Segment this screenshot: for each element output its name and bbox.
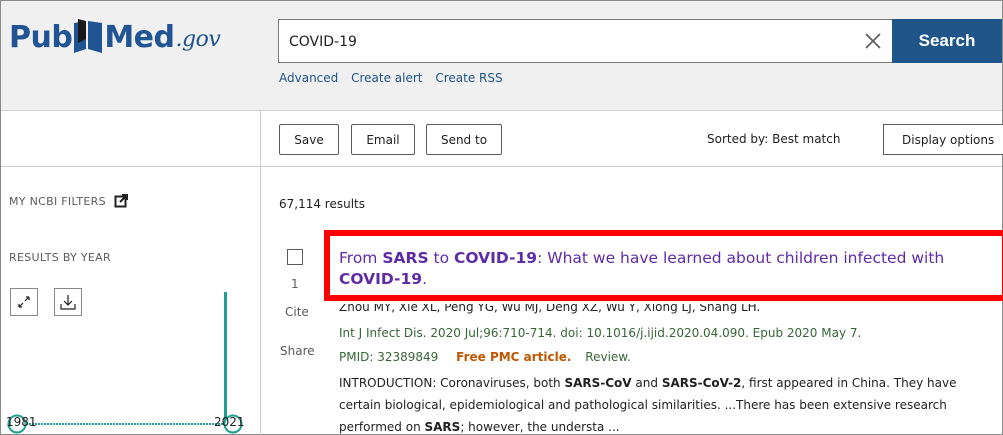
clear-search-button[interactable] — [861, 29, 885, 53]
send-to-button[interactable]: Send to — [426, 124, 502, 155]
snippet-highlight: SARS-CoV-2 — [661, 376, 742, 390]
snippet-text: and — [631, 376, 662, 390]
title-text: : What we have learned about children in… — [537, 249, 945, 267]
share-button[interactable]: Share — [280, 344, 315, 358]
snippet-highlight: SARS-CoV — [564, 376, 632, 390]
results-count: 67,114 results — [279, 197, 366, 211]
logo-text-gov: .gov — [175, 27, 221, 52]
search-button[interactable]: Search — [892, 19, 1002, 63]
timeline-bar-2021 — [224, 292, 227, 423]
review-badge: Review. — [585, 350, 631, 364]
free-pmc-article-link[interactable]: Free PMC article. — [456, 350, 571, 364]
result-citation: Int J Infect Dis. 2020 Jul;96:710-714. d… — [339, 326, 862, 340]
toolbar-divider — [1, 166, 1002, 167]
pubmed-logo[interactable]: Pub Med .gov — [9, 15, 221, 55]
search-box — [278, 19, 892, 63]
sort-selector[interactable]: Sorted by: Best match — [707, 132, 840, 146]
result-snippet: INTRODUCTION: Coronaviruses, both SARS-C… — [339, 372, 989, 435]
title-highlight: SARS — [382, 249, 429, 267]
advanced-search-link[interactable]: Advanced — [279, 71, 338, 85]
close-icon — [865, 33, 881, 49]
title-text: From — [339, 249, 383, 267]
result-authors: Zhou MY, Xie XL, Peng YG, Wu MJ, Deng XZ… — [339, 300, 761, 314]
snippet-highlight: SARS — [424, 420, 461, 434]
title-highlight: COVID-19 — [339, 270, 423, 288]
create-rss-link[interactable]: Create RSS — [435, 71, 502, 85]
timeline-end-year: 2021 — [214, 415, 245, 429]
logo-text-med: Med — [104, 20, 175, 55]
book-icon — [73, 19, 103, 55]
ncbi-filters-label: MY NCBI FILTERS — [9, 194, 106, 208]
snippet-text: INTRODUCTION: Coronaviruses, both — [339, 376, 565, 390]
save-button[interactable]: Save — [279, 124, 339, 155]
my-ncbi-filters-link[interactable]: MY NCBI FILTERS — [9, 194, 128, 208]
results-by-year-heading: RESULTS BY YEAR — [9, 251, 111, 264]
snippet-text: ; however, the understa ... — [460, 420, 620, 434]
search-input[interactable] — [289, 30, 849, 54]
title-text: to — [428, 249, 455, 267]
result-checkbox[interactable] — [287, 249, 303, 265]
email-button[interactable]: Email — [351, 124, 415, 155]
create-alert-link[interactable]: Create alert — [351, 71, 422, 85]
result-pmid-line: PMID: 32389849 Free PMC article. Review. — [339, 350, 631, 364]
logo-text-pub: Pub — [9, 20, 73, 55]
result-number: 1 — [291, 277, 299, 291]
timeline-start-year: 1981 — [6, 415, 37, 429]
results-by-year-timeline[interactable] — [1, 286, 261, 435]
display-options-button[interactable]: Display options — [883, 124, 1003, 155]
cite-button[interactable]: Cite — [285, 305, 309, 319]
search-links: Advanced Create alert Create RSS — [279, 71, 512, 85]
external-link-icon — [114, 194, 128, 208]
title-highlight: COVID-19 — [454, 249, 538, 267]
title-text: . — [422, 270, 427, 288]
result-pmid: PMID: 32389849 — [339, 350, 439, 364]
result-title-link[interactable]: From SARS to COVID-19: What we have lear… — [339, 248, 989, 290]
